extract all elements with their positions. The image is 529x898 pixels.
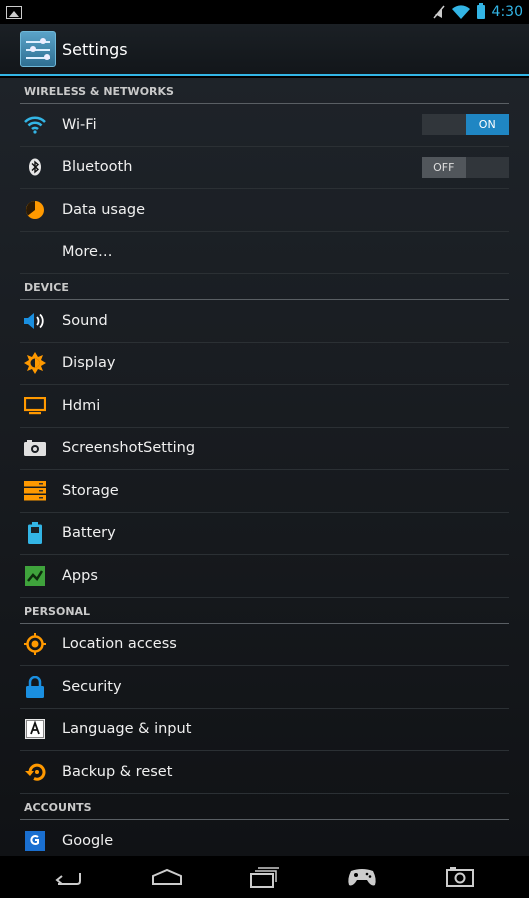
settings-app-icon[interactable]: [20, 31, 56, 67]
settings-item-location[interactable]: Location access: [20, 624, 509, 666]
camera-icon: [24, 437, 46, 459]
settings-item-label: Location access: [62, 636, 177, 653]
back-button[interactable]: [49, 861, 89, 893]
settings-item-bluetooth[interactable]: Bluetooth OFF: [20, 147, 509, 189]
clock: 4:30: [491, 4, 523, 20]
settings-item-battery[interactable]: Battery: [20, 513, 509, 555]
status-bar: 4:30: [0, 0, 529, 24]
action-bar: Settings: [0, 24, 529, 76]
settings-item-label: Wi-Fi: [62, 116, 97, 133]
toggle-state: ON: [465, 114, 509, 135]
settings-item-data-usage[interactable]: Data usage: [20, 189, 509, 232]
section-header-device: DEVICE: [20, 274, 509, 300]
settings-item-label: Apps: [62, 567, 98, 584]
settings-item-label: Storage: [62, 482, 119, 499]
settings-item-hdmi[interactable]: Hdmi: [20, 385, 509, 428]
settings-item-security[interactable]: Security: [20, 666, 509, 709]
gamepad-button[interactable]: [342, 861, 382, 893]
gamepad-icon: [348, 869, 376, 886]
screenshot-button[interactable]: [440, 861, 480, 893]
settings-item-label: More…: [62, 244, 113, 261]
battery-icon: [24, 522, 46, 545]
settings-item-more[interactable]: More…: [20, 232, 509, 274]
battery-status-icon: [476, 3, 485, 19]
toggle-state: OFF: [422, 156, 466, 178]
settings-item-apps[interactable]: Apps: [20, 555, 509, 598]
recent-apps-button[interactable]: [244, 861, 284, 893]
lock-icon: [24, 675, 46, 698]
settings-item-label: Google: [62, 832, 114, 849]
monitor-icon: [24, 395, 46, 417]
settings-item-label: Display: [62, 355, 116, 372]
bluetooth-toggle[interactable]: OFF: [422, 156, 509, 178]
recent-apps-icon: [250, 867, 280, 888]
google-icon: [24, 830, 46, 852]
settings-item-wifi[interactable]: Wi-Fi ON: [20, 104, 509, 147]
navigation-bar: [0, 856, 529, 898]
settings-item-label: Backup & reset: [62, 763, 173, 780]
settings-item-screenshot[interactable]: ScreenshotSetting: [20, 428, 509, 470]
settings-item-label: Hdmi: [62, 397, 101, 414]
home-button[interactable]: [147, 861, 187, 893]
settings-item-google[interactable]: Google: [20, 820, 509, 857]
section-header-personal: PERSONAL: [20, 598, 509, 624]
settings-item-label: Battery: [62, 525, 116, 542]
back-icon: [55, 873, 81, 885]
settings-item-label: Data usage: [62, 201, 145, 218]
settings-item-label: Security: [62, 678, 122, 695]
settings-item-label: ScreenshotSetting: [62, 440, 196, 457]
settings-item-label: Bluetooth: [62, 159, 133, 176]
settings-list[interactable]: WIRELESS & NETWORKS Wi-Fi ON Bluetooth O…: [0, 78, 529, 856]
section-header-accounts: ACCOUNTS: [20, 794, 509, 820]
settings-item-display[interactable]: Display: [20, 343, 509, 385]
settings-item-backup[interactable]: Backup & reset: [20, 751, 509, 794]
wifi-icon: [24, 114, 46, 136]
settings-item-language[interactable]: Language & input: [20, 709, 509, 751]
settings-item-label: Language & input: [62, 721, 192, 738]
section-header-wireless: WIRELESS & NETWORKS: [20, 78, 509, 104]
brightness-icon: [24, 352, 46, 375]
settings-item-label: Sound: [62, 312, 108, 329]
bluetooth-icon: [24, 156, 46, 178]
image-notification-icon: [6, 5, 22, 19]
storage-icon: [24, 480, 46, 502]
wifi-toggle[interactable]: ON: [422, 114, 509, 135]
backup-icon: [24, 761, 46, 783]
data-usage-icon: [24, 199, 46, 221]
settings-item-sound[interactable]: Sound: [20, 300, 509, 343]
page-title: Settings: [62, 39, 128, 59]
apps-icon: [24, 565, 46, 587]
speaker-icon: [24, 310, 46, 332]
screenshot-icon: [446, 867, 475, 887]
home-icon: [151, 868, 182, 885]
wifi-status-icon: [451, 5, 470, 19]
settings-item-storage[interactable]: Storage: [20, 470, 509, 513]
location-icon: [24, 633, 46, 656]
no-sound-icon: [432, 5, 445, 19]
keyboard-icon: [24, 718, 46, 740]
